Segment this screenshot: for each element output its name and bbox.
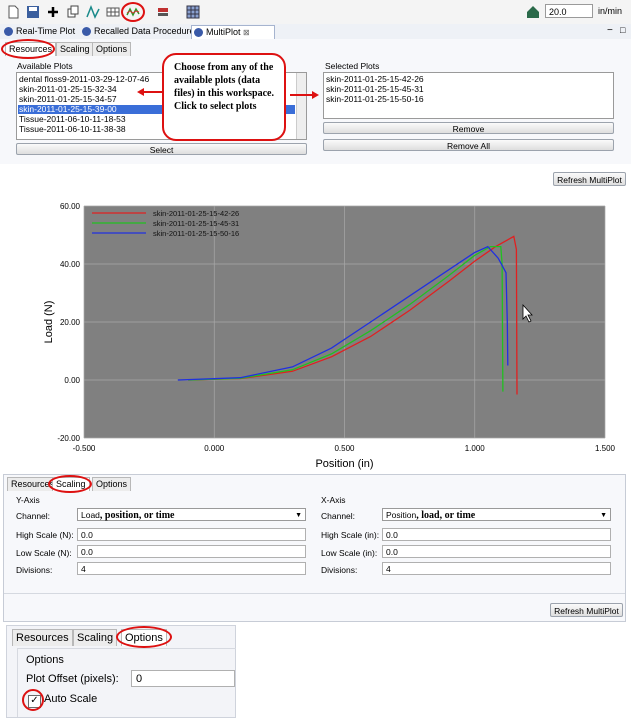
- resources-tab-highlight-ring: [1, 39, 55, 59]
- divider: [4, 593, 625, 594]
- minimize-icon[interactable]: −: [607, 25, 613, 36]
- annotation-text: Choose from any of the available plots (…: [174, 62, 274, 112]
- plot-tab-icon: [194, 28, 203, 37]
- y-divisions-input[interactable]: 4: [77, 562, 306, 575]
- refresh-multiplot-button[interactable]: Refresh MultiPlot: [550, 603, 623, 617]
- tab-label: Recalled Data Procedure: [94, 26, 195, 36]
- plot-offset-label: Plot Offset (pixels):: [26, 673, 119, 685]
- remove-all-button[interactable]: Remove All: [323, 139, 614, 151]
- y-axis-label: Load (N): [43, 301, 55, 344]
- checkbox-highlight-ring: [22, 689, 44, 711]
- tab-resources[interactable]: Resources: [12, 629, 73, 646]
- x-low-scale-input[interactable]: 0.0: [382, 545, 611, 558]
- options-panel: Resources Scaling Options Options Plot O…: [6, 625, 236, 718]
- select-button[interactable]: Select: [16, 143, 307, 155]
- auto-scale-label: Auto Scale: [44, 693, 98, 705]
- x-divisions-label: Divisions:: [321, 565, 358, 575]
- speed-input[interactable]: 20.0: [545, 4, 593, 18]
- x-high-scale-label: High Scale (in):: [321, 530, 380, 540]
- y-axis-title: Y-Axis: [16, 495, 40, 505]
- tab-label: Real-Time Plot: [16, 26, 76, 36]
- y-tick-label: 20.00: [60, 318, 81, 327]
- x-channel-value: Position: [386, 510, 417, 520]
- x-divisions-input[interactable]: 4: [382, 562, 611, 575]
- x-axis-label: Position (in): [315, 458, 373, 470]
- y-high-scale-label: High Scale (N):: [16, 530, 74, 540]
- remove-button[interactable]: Remove: [323, 122, 614, 134]
- chevron-down-icon: ▼: [600, 512, 607, 519]
- available-plots-label: Available Plots: [17, 61, 73, 71]
- scaling-panel: Resources Scaling Options Y-Axis Channel…: [3, 474, 626, 622]
- add-icon[interactable]: [46, 5, 60, 19]
- y-tick-label: 60.00: [60, 202, 81, 211]
- calibrate-icon[interactable]: [156, 5, 170, 19]
- plot-tab-icon: [82, 27, 91, 36]
- chevron-down-icon: ▼: [295, 512, 302, 519]
- tab-scaling[interactable]: Scaling: [56, 42, 94, 56]
- chart-area: Refresh MultiPlot -0.500 0.000 0.500 1.000 1…: [0, 164, 631, 470]
- y-channel-annotation: , position, or time: [99, 510, 175, 521]
- x-channel-select[interactable]: Position, load, or time ▼: [382, 508, 611, 521]
- y-divisions-label: Divisions:: [16, 565, 53, 575]
- y-channel-label: Channel:: [16, 511, 51, 521]
- new-file-icon[interactable]: [6, 5, 20, 19]
- x-tick-label: 0.500: [334, 444, 355, 453]
- x-channel-annotation: , load, or time: [416, 510, 476, 521]
- selected-plot-item[interactable]: skin-2011-01-25-15-50-16: [326, 95, 424, 104]
- y-tick-label: 0.00: [64, 376, 80, 385]
- legend-label: skin-2011-01-25-15-42-26: [153, 209, 239, 218]
- tab-real-time-plot[interactable]: Real-Time Plot: [2, 25, 75, 38]
- y-channel-select[interactable]: Load, position, or time ▼: [77, 508, 306, 521]
- speed-unit-label: in/min: [598, 6, 623, 16]
- y-low-scale-label: Low Scale (N):: [16, 548, 72, 558]
- x-tick-label: 0.000: [204, 444, 225, 453]
- legend-label: skin-2011-01-25-15-50-16: [153, 229, 239, 238]
- right-arrow-icon: [290, 91, 319, 99]
- selected-plots-label: Selected Plots: [325, 61, 380, 71]
- save-icon[interactable]: [26, 5, 40, 19]
- plot-tab-icon: [4, 27, 13, 36]
- x-tick-label: 1.000: [465, 444, 486, 453]
- x-low-scale-label: Low Scale (in):: [321, 548, 378, 558]
- y-low-scale-input[interactable]: 0.0: [77, 545, 306, 558]
- selected-plot-item[interactable]: skin-2011-01-25-15-45-31: [326, 85, 424, 94]
- y-high-scale-input[interactable]: 0.0: [77, 528, 306, 541]
- grid-icon[interactable]: [186, 5, 200, 19]
- y-tick-label: -20.00: [57, 434, 80, 443]
- x-axis-title: X-Axis: [321, 495, 346, 505]
- scaling-tab-highlight-ring: [48, 475, 92, 493]
- tab-recalled-data-procedure[interactable]: Recalled Data Procedure: [80, 25, 195, 38]
- table-icon[interactable]: [106, 5, 120, 19]
- resources-panel: Resources Scaling Options Available Plot…: [0, 39, 631, 164]
- home-icon[interactable]: [526, 5, 540, 19]
- tab-scaling[interactable]: Scaling: [73, 629, 118, 646]
- close-icon[interactable]: ⊠: [243, 28, 250, 37]
- x-tick-label: 1.500: [595, 444, 616, 453]
- main-toolbar: 20.0 in/min: [0, 0, 631, 25]
- waveform-icon[interactable]: [86, 5, 100, 19]
- scrollbar[interactable]: [296, 73, 306, 139]
- options-group-title: Options: [26, 654, 64, 666]
- annotation-callout: Choose from any of the available plots (…: [162, 53, 286, 141]
- tab-label: MultiPlot: [206, 27, 241, 37]
- legend-label: skin-2011-01-25-15-45-31: [153, 219, 239, 228]
- maximize-icon[interactable]: □: [620, 25, 625, 35]
- tab-options[interactable]: Options: [92, 42, 132, 56]
- y-channel-value: Load: [81, 510, 100, 520]
- selected-plot-item[interactable]: skin-2011-01-25-15-42-26: [326, 75, 424, 84]
- editor-tab-bar: Real-Time Plot Recalled Data Procedure M…: [0, 24, 631, 40]
- plot-offset-input[interactable]: 0: [131, 670, 235, 687]
- selected-plots-list[interactable]: skin-2011-01-25-15-42-26 skin-2011-01-25-…: [323, 72, 614, 119]
- tab-options[interactable]: Options: [92, 477, 132, 491]
- left-arrow-icon: [137, 88, 164, 96]
- x-channel-label: Channel:: [321, 511, 356, 521]
- copy-icon[interactable]: [66, 5, 80, 19]
- x-tick-label: -0.500: [73, 444, 96, 453]
- multiplot-highlight-ring: [121, 2, 145, 22]
- options-tab-highlight-ring: [116, 626, 172, 648]
- y-tick-label: 40.00: [60, 260, 81, 269]
- tab-multiplot[interactable]: MultiPlot ⊠: [191, 25, 275, 39]
- x-high-scale-input[interactable]: 0.0: [382, 528, 611, 541]
- load-position-chart: -0.500 0.000 0.500 1.000 1.500 -20.00 0.00 20.0…: [43, 202, 616, 470]
